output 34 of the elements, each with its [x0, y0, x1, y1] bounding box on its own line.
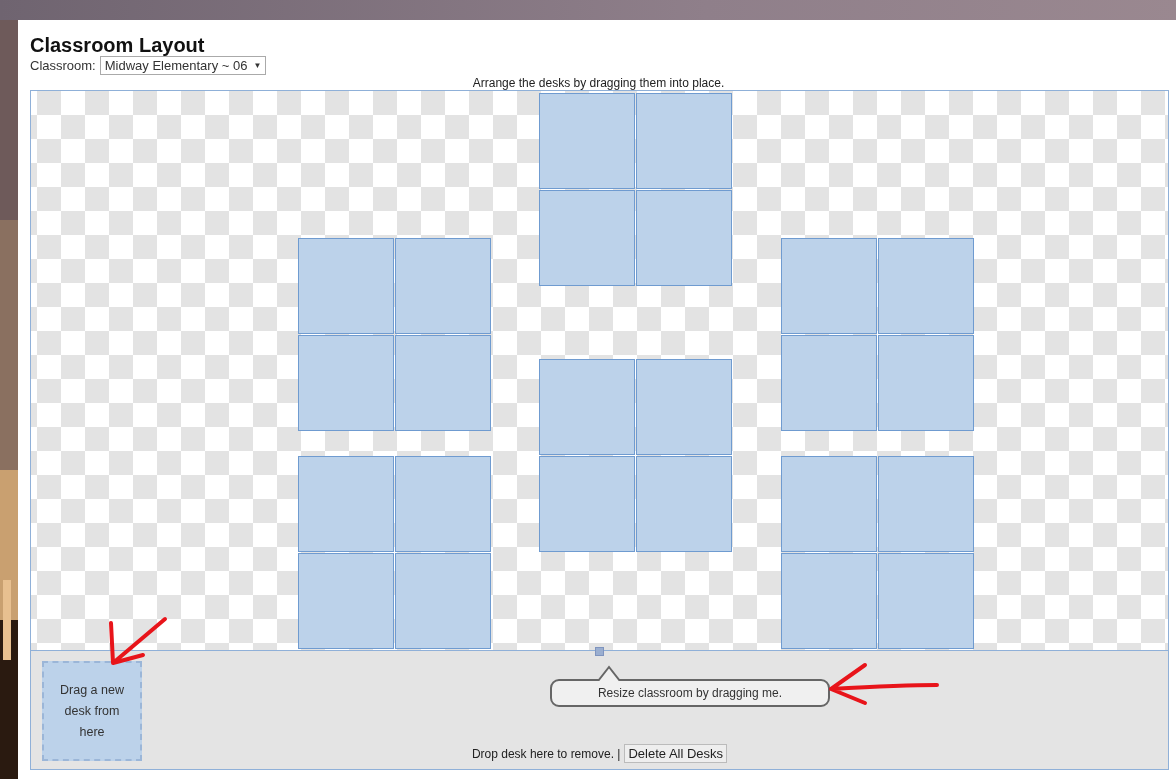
desk[interactable] [781, 553, 877, 649]
drop-zone-text: Drop desk here to remove. | [471, 746, 621, 761]
desk[interactable] [539, 190, 635, 286]
desk[interactable] [636, 456, 732, 552]
desk[interactable] [395, 456, 491, 552]
desk[interactable] [298, 553, 394, 649]
desk[interactable] [395, 238, 491, 334]
desk[interactable] [781, 335, 877, 431]
desk[interactable] [539, 359, 635, 455]
new-desk-source[interactable]: Drag a new desk from here [42, 661, 142, 761]
desk[interactable] [539, 93, 635, 189]
desk[interactable] [636, 93, 732, 189]
desk[interactable] [878, 456, 974, 552]
desk[interactable] [298, 335, 394, 431]
desk[interactable] [539, 456, 635, 552]
desk[interactable] [636, 190, 732, 286]
classroom-select[interactable]: Midway Elementary ~ 06 ▼ [99, 56, 267, 75]
page-title: Classroom Layout [30, 34, 206, 56]
desk[interactable] [878, 553, 974, 649]
desk[interactable] [298, 456, 394, 552]
desk[interactable] [298, 238, 394, 334]
resize-handle[interactable] [595, 647, 604, 656]
desk[interactable] [781, 238, 877, 334]
desk[interactable] [395, 553, 491, 649]
desk[interactable] [395, 335, 491, 431]
desk[interactable] [781, 456, 877, 552]
desk[interactable] [878, 335, 974, 431]
classroom-label: Classroom: [30, 58, 96, 73]
desk[interactable] [636, 359, 732, 455]
desk[interactable] [878, 238, 974, 334]
delete-all-button[interactable]: Delete All Desks [624, 744, 728, 763]
tooltip-pointer-icon [598, 665, 620, 681]
instructions-text: Arrange the desks by dragging them into place. [472, 76, 725, 90]
arrow-drawing [109, 617, 167, 667]
